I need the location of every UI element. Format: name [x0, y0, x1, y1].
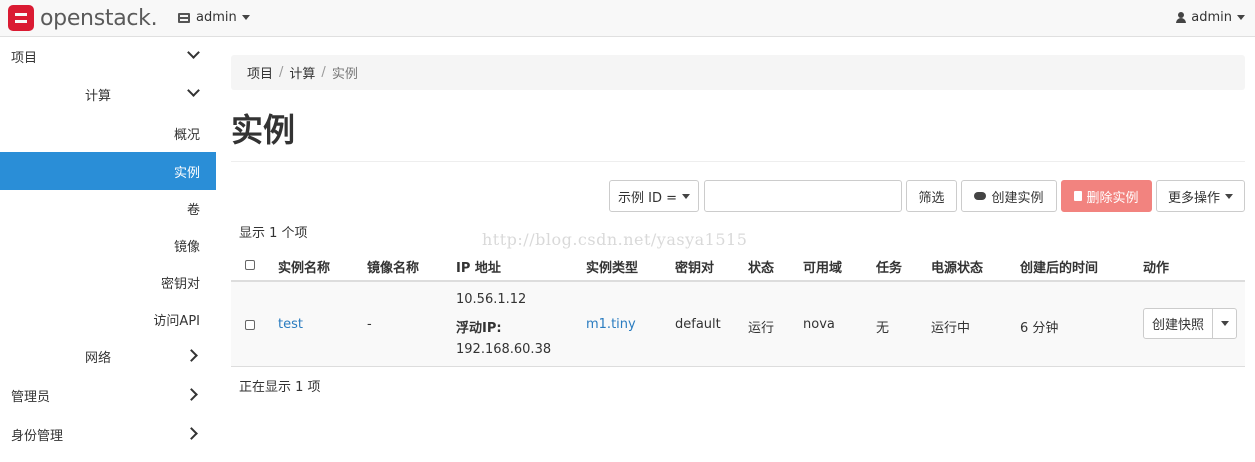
- sidebar-item-overview[interactable]: 概况: [0, 114, 216, 152]
- availability-zone: nova: [803, 317, 835, 332]
- caret-down-icon: [241, 15, 250, 20]
- column-header-task[interactable]: 任务: [876, 257, 902, 276]
- sidebar-item-admin[interactable]: 管理员: [0, 376, 216, 414]
- table-footer-count: 正在显示 1 项: [239, 380, 321, 395]
- create-snapshot-button[interactable]: 创建快照: [1143, 308, 1213, 339]
- chevron-right-icon: [185, 388, 198, 401]
- flavor-link[interactable]: m1.tiny: [586, 317, 636, 332]
- chevron-right-icon: [185, 427, 198, 440]
- item-count: 显示 1 个项: [239, 226, 308, 241]
- logo-text: openstack.: [40, 5, 158, 31]
- sidebar-item-api-access[interactable]: 访问API: [0, 300, 216, 338]
- status: 运行: [748, 321, 775, 336]
- page-title: 实例: [231, 111, 296, 149]
- project-label: admin: [196, 10, 237, 25]
- table-row: test - 10.56.1.12 浮动IP: 192.168.60.38 m1…: [231, 282, 1245, 367]
- image-name: -: [367, 317, 372, 332]
- caret-down-icon: [1225, 193, 1233, 199]
- project-icon: [178, 12, 190, 23]
- ip-floating: 192.168.60.38: [456, 342, 552, 357]
- filter-button-label: 筛选: [918, 190, 945, 206]
- sidebar-item-label: 镜像: [173, 239, 200, 255]
- breadcrumb: 项目 / 计算 / 实例: [231, 55, 1245, 90]
- column-header-zone[interactable]: 可用域: [803, 257, 842, 276]
- column-header-keypair[interactable]: 密钥对: [675, 257, 714, 276]
- delete-instances-label: 删除实例: [1086, 190, 1139, 206]
- user-icon: [1176, 12, 1187, 23]
- filter-field-select[interactable]: 示例 ID =: [609, 180, 699, 212]
- caret-down-icon: [1237, 15, 1245, 20]
- cloud-upload-icon: [974, 192, 987, 200]
- column-header-actions: 动作: [1143, 261, 1170, 276]
- caret-down-icon: [682, 193, 690, 199]
- top-navbar: openstack. admin admin: [0, 0, 1255, 37]
- sidebar-item-label: 计算: [85, 88, 112, 104]
- select-all-checkbox[interactable]: [245, 260, 255, 270]
- divider: [231, 161, 1245, 162]
- user-label: admin: [1191, 10, 1232, 25]
- chevron-down-icon: [187, 46, 200, 59]
- filter-button[interactable]: 筛选: [906, 180, 957, 212]
- time-since-created: 6 分钟: [1020, 321, 1059, 336]
- breadcrumb-separator: /: [279, 65, 284, 80]
- openstack-logo[interactable]: openstack.: [8, 5, 158, 31]
- sidebar-item-label: 项目: [11, 50, 38, 66]
- project-switcher[interactable]: admin: [178, 10, 250, 25]
- breadcrumb-item-project[interactable]: 项目: [247, 63, 273, 82]
- create-snapshot-label: 创建快照: [1151, 318, 1204, 333]
- create-instance-label: 创建实例: [991, 190, 1044, 206]
- user-menu[interactable]: admin: [1176, 10, 1245, 25]
- sidebar-item-label: 密钥对: [160, 276, 200, 292]
- power-state: 运行中: [931, 321, 971, 336]
- breadcrumb-item-current: 实例: [331, 67, 358, 82]
- column-header-name[interactable]: 实例名称: [278, 257, 330, 276]
- chevron-right-icon: [185, 349, 198, 362]
- sidebar-item-instances[interactable]: 实例: [0, 152, 216, 190]
- table-header: 实例名称 镜像名称 IP 地址 实例类型 密钥对 状态 可用域 任务 电源状态 …: [231, 246, 1245, 282]
- breadcrumb-separator: /: [321, 65, 326, 80]
- sidebar-item-project[interactable]: 项目: [0, 37, 216, 75]
- sidebar-item-label: 网络: [85, 350, 112, 366]
- column-header-power[interactable]: 电源状态: [931, 257, 983, 276]
- column-header-ip[interactable]: IP 地址: [456, 257, 501, 276]
- row-checkbox[interactable]: [245, 320, 255, 330]
- sidebar-item-label: 实例: [173, 165, 200, 181]
- sidebar-item-volumes[interactable]: 卷: [0, 189, 216, 227]
- more-actions-button[interactable]: 更多操作: [1156, 180, 1245, 212]
- sidebar-item-identity[interactable]: 身份管理: [0, 415, 216, 453]
- column-header-age[interactable]: 创建后的时间: [1020, 257, 1098, 276]
- sidebar-item-label: 身份管理: [11, 428, 64, 444]
- sidebar-item-images[interactable]: 镜像: [0, 226, 216, 264]
- ip-floating-label: 浮动IP:: [456, 321, 502, 336]
- filter-input[interactable]: [704, 180, 902, 212]
- sidebar-item-compute[interactable]: 计算: [0, 75, 216, 113]
- chevron-down-icon: [187, 84, 200, 97]
- sidebar: 项目 计算 概况 实例 卷 镜像 密钥对 访问API 网络 管理员 身份管理: [0, 37, 216, 462]
- filter-field-label: 示例 ID =: [617, 190, 677, 206]
- sidebar-item-label: 概况: [173, 127, 200, 143]
- column-header-image[interactable]: 镜像名称: [367, 257, 419, 276]
- sidebar-item-label: 卷: [186, 202, 200, 218]
- column-header-flavor[interactable]: 实例类型: [586, 257, 638, 276]
- sidebar-item-network[interactable]: 网络: [0, 337, 216, 375]
- openstack-logo-icon: [8, 5, 34, 31]
- more-actions-label: 更多操作: [1167, 190, 1220, 206]
- caret-down-icon: [1220, 321, 1229, 326]
- delete-instances-button[interactable]: 删除实例: [1061, 180, 1152, 212]
- ip-fixed: 10.56.1.12: [456, 292, 527, 307]
- instance-name-link[interactable]: test: [278, 317, 303, 332]
- create-instance-button[interactable]: 创建实例: [961, 180, 1057, 212]
- sidebar-item-label: 管理员: [11, 389, 51, 405]
- keypair: default: [675, 317, 721, 332]
- row-actions-dropdown[interactable]: [1212, 308, 1237, 339]
- task: 无: [876, 321, 890, 336]
- sidebar-item-keypairs[interactable]: 密钥对: [0, 263, 216, 301]
- sidebar-item-label: 访问API: [153, 313, 200, 329]
- trash-icon: [1074, 191, 1083, 201]
- column-header-status[interactable]: 状态: [748, 257, 774, 276]
- breadcrumb-item-compute[interactable]: 计算: [289, 63, 315, 82]
